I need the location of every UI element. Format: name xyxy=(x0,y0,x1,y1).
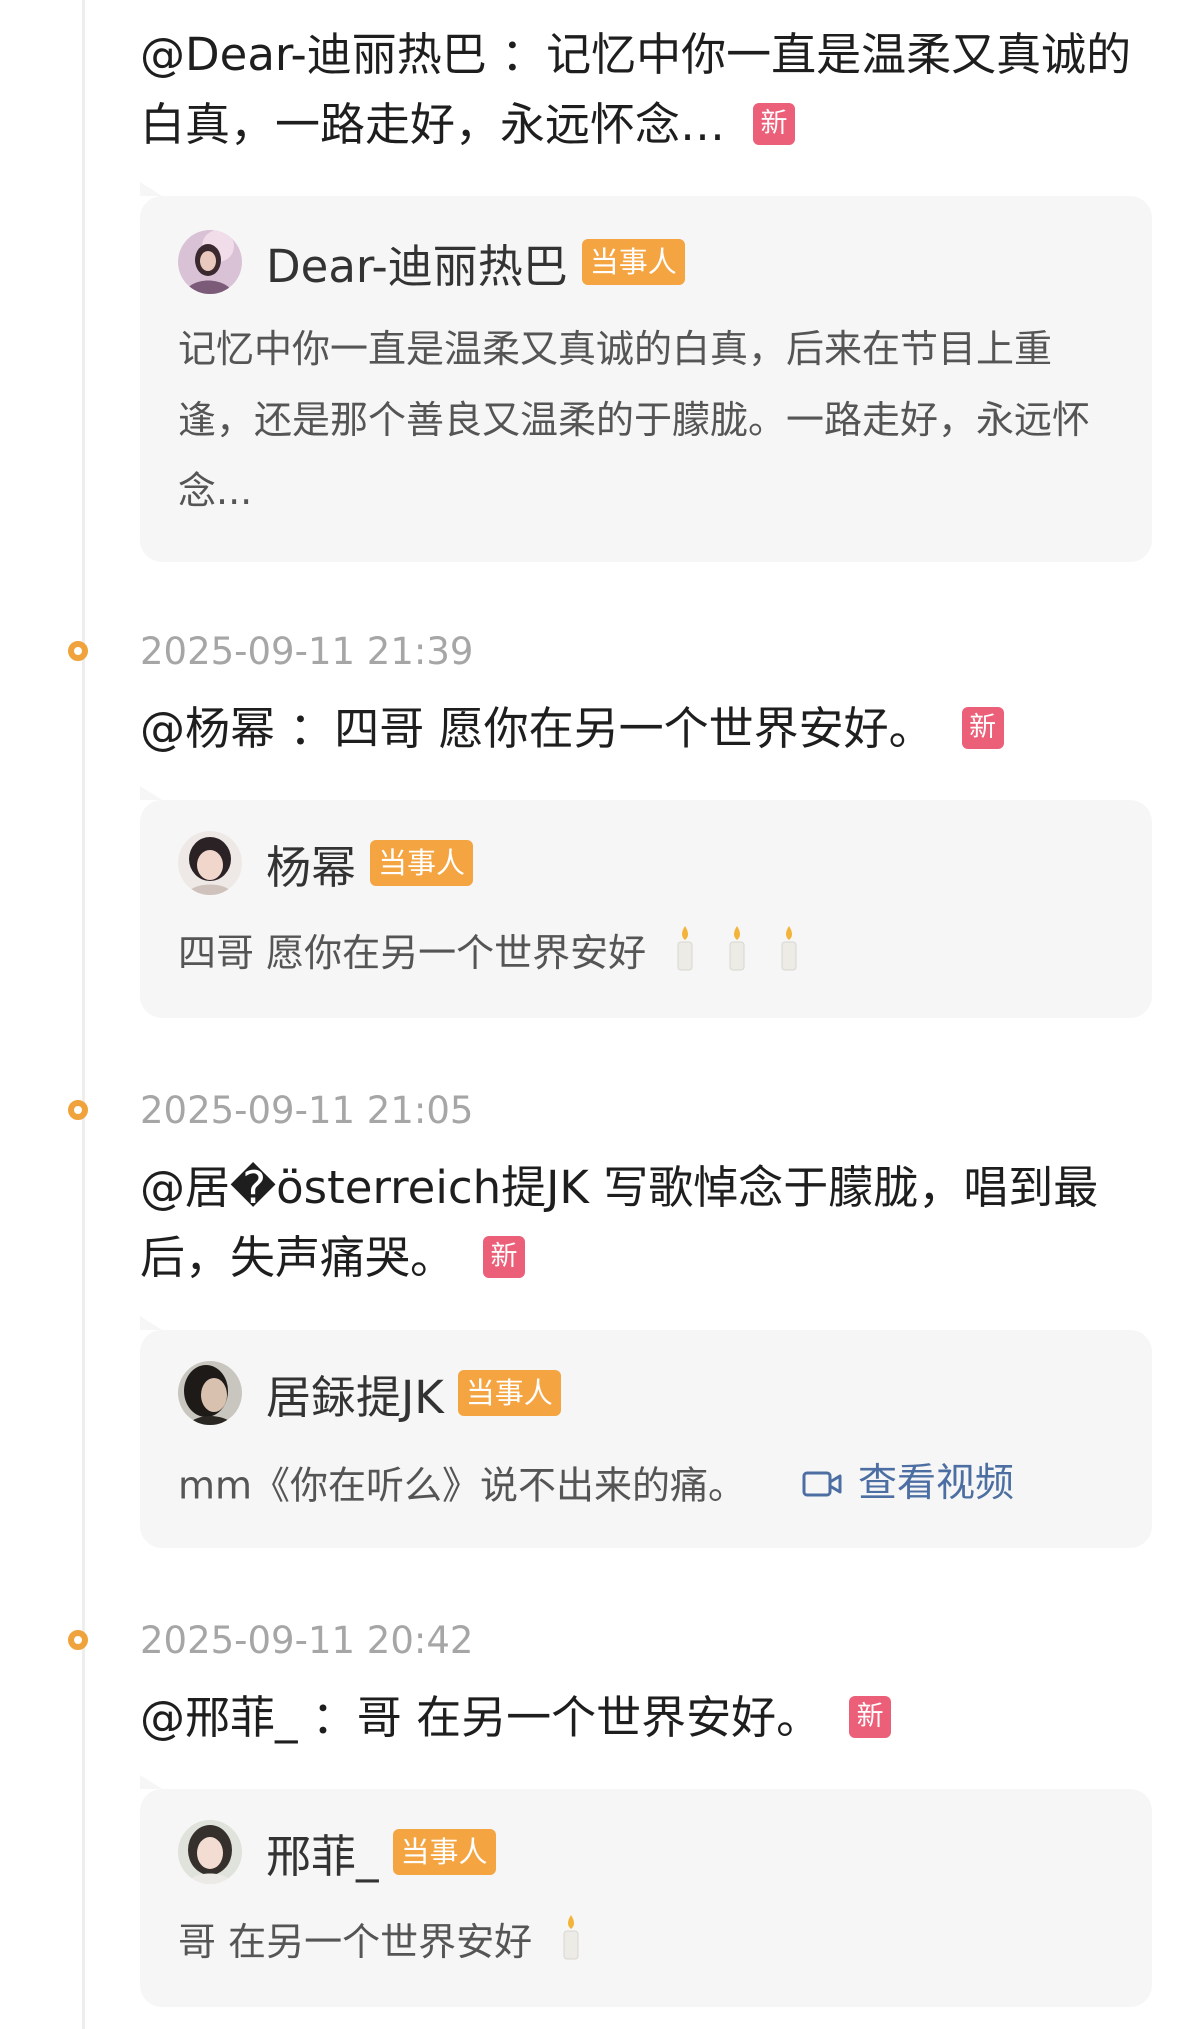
view-video-label[interactable]: 查看视频 xyxy=(858,1448,1014,1519)
avatar[interactable] xyxy=(178,230,242,294)
party-badge: 当事人 xyxy=(370,840,474,886)
new-badge: 新 xyxy=(961,707,1004,749)
timeline-dot xyxy=(68,1100,88,1120)
entry-timestamp: 2025-09-11 21:05 xyxy=(140,1089,474,1132)
new-badge: 新 xyxy=(849,1696,892,1738)
entry-headline[interactable]: @杨幂 ：四哥 愿你在另一个世界安好。新 xyxy=(140,694,1150,764)
quoted-post-card[interactable]: Dear-迪丽热巴 当事人 记忆中你一直是温柔又真诚的白真，后来在节目上重逢，还… xyxy=(140,182,1152,562)
card-header: 居銾提JK 当事人 xyxy=(178,1360,561,1426)
author-name[interactable]: 邢菲_ xyxy=(266,1820,379,1885)
author-name[interactable]: 居銾提JK xyxy=(266,1361,444,1426)
headline-text[interactable]: @Dear-迪丽热巴 ：记忆中你一直是温柔又真诚的白真，一路走好，永远怀念… xyxy=(140,28,1131,151)
party-badge: 当事人 xyxy=(457,1370,561,1416)
headline-text[interactable]: @杨幂 ：四哥 愿你在另一个世界安好。 xyxy=(140,702,934,755)
candle-icon xyxy=(563,1915,579,1960)
candle-icon xyxy=(781,926,797,971)
party-badge: 当事人 xyxy=(581,239,685,285)
post-text-row: 哥 在另一个世界安好 xyxy=(178,1907,1118,1978)
video-camera-icon xyxy=(802,1471,842,1496)
entry-timestamp: 2025-09-11 21:39 xyxy=(140,630,474,673)
new-badge: 新 xyxy=(753,103,796,145)
entry-headline[interactable]: @Dear-迪丽热巴 ：记忆中你一直是温柔又真诚的白真，一路走好，永远怀念… 新 xyxy=(140,20,1150,160)
post-text: 四哥 愿你在另一个世界安好 xyxy=(178,931,647,975)
timeline-dot xyxy=(68,641,88,661)
avatar[interactable] xyxy=(178,1361,242,1425)
candle-icon xyxy=(729,926,745,971)
avatar[interactable] xyxy=(178,831,242,895)
timeline-dot xyxy=(68,1630,88,1650)
card-header: Dear-迪丽热巴 当事人 xyxy=(178,229,685,295)
new-badge: 新 xyxy=(483,1236,526,1278)
post-text: mm《你在听么》说不出来的痛。 xyxy=(178,1463,747,1508)
quoted-post-card[interactable]: 邢菲_ 当事人 哥 在另一个世界安好 xyxy=(140,1775,1152,2007)
headline-text[interactable]: @邢菲_ ：哥 在另一个世界安好。 xyxy=(140,1691,821,1744)
post-text-row: 四哥 愿你在另一个世界安好 xyxy=(178,918,1118,989)
avatar[interactable] xyxy=(178,1820,242,1884)
author-name[interactable]: Dear-迪丽热巴 xyxy=(266,230,568,295)
post-text: 记忆中你一直是温柔又真诚的白真，后来在节目上重逢，还是那个善良又温柔的于朦胧。一… xyxy=(178,327,1091,513)
headline-text[interactable]: @居�österreich提JK 写歌悼念于朦胧，唱到最后，失声痛哭。 xyxy=(140,1161,1098,1284)
card-header: 杨幂 当事人 xyxy=(178,830,474,896)
entry-headline[interactable]: @居�österreich提JK 写歌悼念于朦胧，唱到最后，失声痛哭。新 xyxy=(140,1153,1150,1293)
quoted-post-card[interactable]: 杨幂 当事人 四哥 愿你在另一个世界安好 xyxy=(140,786,1152,1018)
party-badge: 当事人 xyxy=(392,1829,496,1875)
entry-headline[interactable]: @邢菲_ ：哥 在另一个世界安好。新 xyxy=(140,1683,1150,1753)
candle-icon xyxy=(677,926,693,971)
card-header: 邢菲_ 当事人 xyxy=(178,1819,496,1885)
author-name[interactable]: 杨幂 xyxy=(266,831,356,896)
quoted-post-card[interactable]: 居銾提JK 当事人 mm《你在听么》说不出来的痛。 查看视频 xyxy=(140,1316,1152,1548)
post-text: 哥 在另一个世界安好 xyxy=(178,1920,533,1964)
timeline-line xyxy=(82,0,85,2029)
post-text-row: mm《你在听么》说不出来的痛。 查看视频 xyxy=(178,1448,1118,1522)
view-video-link[interactable]: 查看视频 xyxy=(802,1448,1014,1519)
entry-timestamp: 2025-09-11 20:42 xyxy=(140,1619,474,1662)
